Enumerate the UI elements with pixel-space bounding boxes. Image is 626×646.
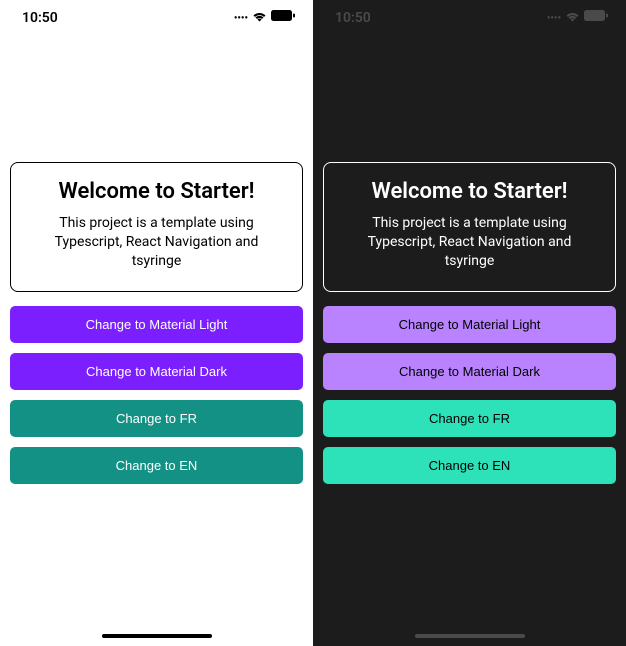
change-lang-en-button[interactable]: Change to EN	[10, 447, 303, 484]
welcome-card: Welcome to Starter! This project is a te…	[323, 162, 616, 292]
home-indicator[interactable]	[102, 634, 212, 638]
signal-icon: ••••	[234, 13, 248, 24]
home-indicator[interactable]	[415, 634, 525, 638]
welcome-card: Welcome to Starter! This project is a te…	[10, 162, 303, 292]
battery-icon	[584, 10, 608, 26]
status-bar: 10:50 ••••	[313, 0, 626, 32]
card-title: Welcome to Starter!	[29, 179, 284, 204]
card-description: This project is a template using Typescr…	[342, 214, 597, 271]
status-bar: 10:50 ••••	[0, 0, 313, 32]
change-lang-fr-button[interactable]: Change to FR	[10, 400, 303, 437]
content-area: Welcome to Starter! This project is a te…	[0, 32, 313, 646]
card-title: Welcome to Starter!	[342, 179, 597, 204]
signal-icon: ••••	[547, 13, 561, 24]
wifi-icon	[565, 10, 580, 26]
phone-dark-theme: 10:50 •••• Welcome to Starter! This proj…	[313, 0, 626, 646]
wifi-icon	[252, 10, 267, 26]
change-lang-en-button[interactable]: Change to EN	[323, 447, 616, 484]
change-material-light-button[interactable]: Change to Material Light	[10, 306, 303, 343]
change-lang-fr-button[interactable]: Change to FR	[323, 400, 616, 437]
change-material-dark-button[interactable]: Change to Material Dark	[10, 353, 303, 390]
change-material-dark-button[interactable]: Change to Material Dark	[323, 353, 616, 390]
status-time: 10:50	[22, 10, 58, 26]
content-area: Welcome to Starter! This project is a te…	[313, 32, 626, 646]
status-time: 10:50	[335, 10, 371, 26]
card-description: This project is a template using Typescr…	[29, 214, 284, 271]
change-material-light-button[interactable]: Change to Material Light	[323, 306, 616, 343]
battery-icon	[271, 10, 295, 26]
status-right: ••••	[234, 10, 295, 26]
button-group: Change to Material Light Change to Mater…	[10, 306, 303, 484]
status-right: ••••	[547, 10, 608, 26]
phone-light-theme: 10:50 •••• Welcome to Starter! This proj…	[0, 0, 313, 646]
button-group: Change to Material Light Change to Mater…	[323, 306, 616, 484]
